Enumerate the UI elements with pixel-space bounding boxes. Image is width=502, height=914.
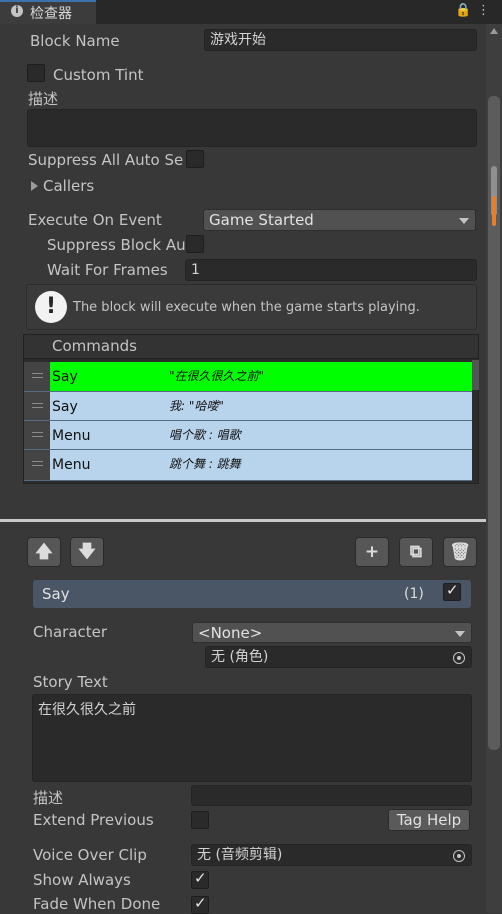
callers-label[interactable]: Callers [43,177,94,195]
voice-over-clip-value: 无 (音频剪辑) [197,847,283,863]
say-description-field[interactable] [191,785,472,806]
scrollbar-marker [492,196,496,226]
fade-when-done-label: Fade When Done [33,895,161,913]
info-icon: i [11,5,23,17]
suppress-block-checkbox[interactable] [186,235,204,253]
command-row[interactable]: Menu 唱个歌 : 唱歌 [24,421,472,450]
show-always-checkbox[interactable] [191,869,209,889]
callers-foldout-icon[interactable] [31,181,38,191]
trash-icon: 🗑 [449,542,471,562]
object-picker-icon[interactable] [453,652,465,664]
story-text-label: Story Text [33,673,108,691]
say-description-label: 描述 [33,789,64,807]
character-value: <None> [198,624,263,642]
command-summary: 我: "哈喽" [169,399,224,413]
scroll-up-arrow-icon[interactable] [490,28,498,34]
move-down-button[interactable]: 🡇 [70,537,104,567]
show-always-label: Show Always [33,871,131,889]
command-name: Menu [52,457,91,473]
info-text: The block will execute when the game sta… [73,300,420,315]
say-command-count: (1) [404,586,424,602]
arrow-down-icon: 🡇 [78,542,96,562]
suppress-all-label: Suppress All Auto Se [28,151,184,169]
move-up-button[interactable]: 🡅 [27,537,61,567]
arrow-up-icon: 🡅 [35,542,53,562]
warning-info-icon: ! [35,291,67,323]
character-dropdown[interactable]: <None> [192,622,472,643]
custom-tint-checkbox[interactable] [27,64,45,82]
command-row[interactable]: Say "在很久很久之前" [24,362,472,392]
duplicate-icon: ⧉ [409,542,423,562]
object-picker-icon[interactable] [453,850,465,862]
suppress-block-label: Suppress Block Au [47,236,186,254]
block-name-field[interactable]: 游戏开始 [204,29,477,51]
commands-title: Commands [52,337,137,355]
command-name: Say [52,399,78,415]
custom-tint-label: Custom Tint [53,66,144,84]
drag-handle-icon[interactable] [24,450,50,480]
command-summary: "在很久很久之前" [169,369,265,383]
execute-on-event-label: Execute On Event [28,211,162,229]
add-command-button[interactable]: + [355,537,389,567]
block-name-label: Block Name [30,32,120,50]
command-row[interactable]: Menu 跳个舞 : 跳舞 [24,450,472,481]
chevron-down-icon [455,631,465,637]
command-summary: 跳个舞 : 跳舞 [169,457,241,471]
execute-on-event-dropdown[interactable]: Game Started [203,209,476,231]
drag-handle-icon[interactable] [24,362,50,391]
extend-previous-label: Extend Previous [33,811,154,829]
story-text-field[interactable]: 在很久很久之前 [32,694,472,782]
tab-inspector-label: 检查器 [30,6,72,22]
lock-icon[interactable]: 🔒 [455,3,471,18]
description-field[interactable] [27,109,477,147]
extend-previous-checkbox[interactable] [191,811,209,829]
plus-icon: + [364,542,380,562]
duplicate-command-button[interactable]: ⧉ [399,537,433,567]
command-name: Say [52,369,78,385]
suppress-all-checkbox[interactable] [186,150,204,168]
fade-when-done-checkbox[interactable] [191,894,209,914]
drag-handle-icon[interactable] [24,421,50,449]
command-row[interactable]: Say 我: "哈喽" [24,392,472,421]
drag-handle-icon[interactable] [24,392,50,420]
description-label: 描述 [28,90,59,108]
wait-for-frames-label: Wait For Frames [47,261,168,279]
say-enabled-checkbox[interactable] [443,581,461,601]
wait-for-frames-field[interactable]: 1 [185,259,477,281]
tag-help-button[interactable]: Tag Help [388,809,470,831]
kebab-menu-icon[interactable]: ⋮ [477,3,490,18]
say-command-title: Say [42,585,70,603]
portrait-field[interactable]: 无 (角色) [205,646,472,668]
command-name: Menu [52,428,91,444]
portrait-value: 无 (角色) [211,649,269,665]
character-label: Character [33,623,108,641]
delete-command-button[interactable]: 🗑 [443,537,477,567]
commands-scrollbar[interactable] [472,360,479,390]
command-summary: 唱个歌 : 唱歌 [169,428,241,442]
section-divider[interactable] [0,519,486,522]
voice-over-clip-field[interactable]: 无 (音频剪辑) [191,844,472,866]
execute-on-event-value: Game Started [209,211,314,229]
chevron-down-icon [459,218,469,224]
voice-over-clip-label: Voice Over Clip [33,846,147,864]
